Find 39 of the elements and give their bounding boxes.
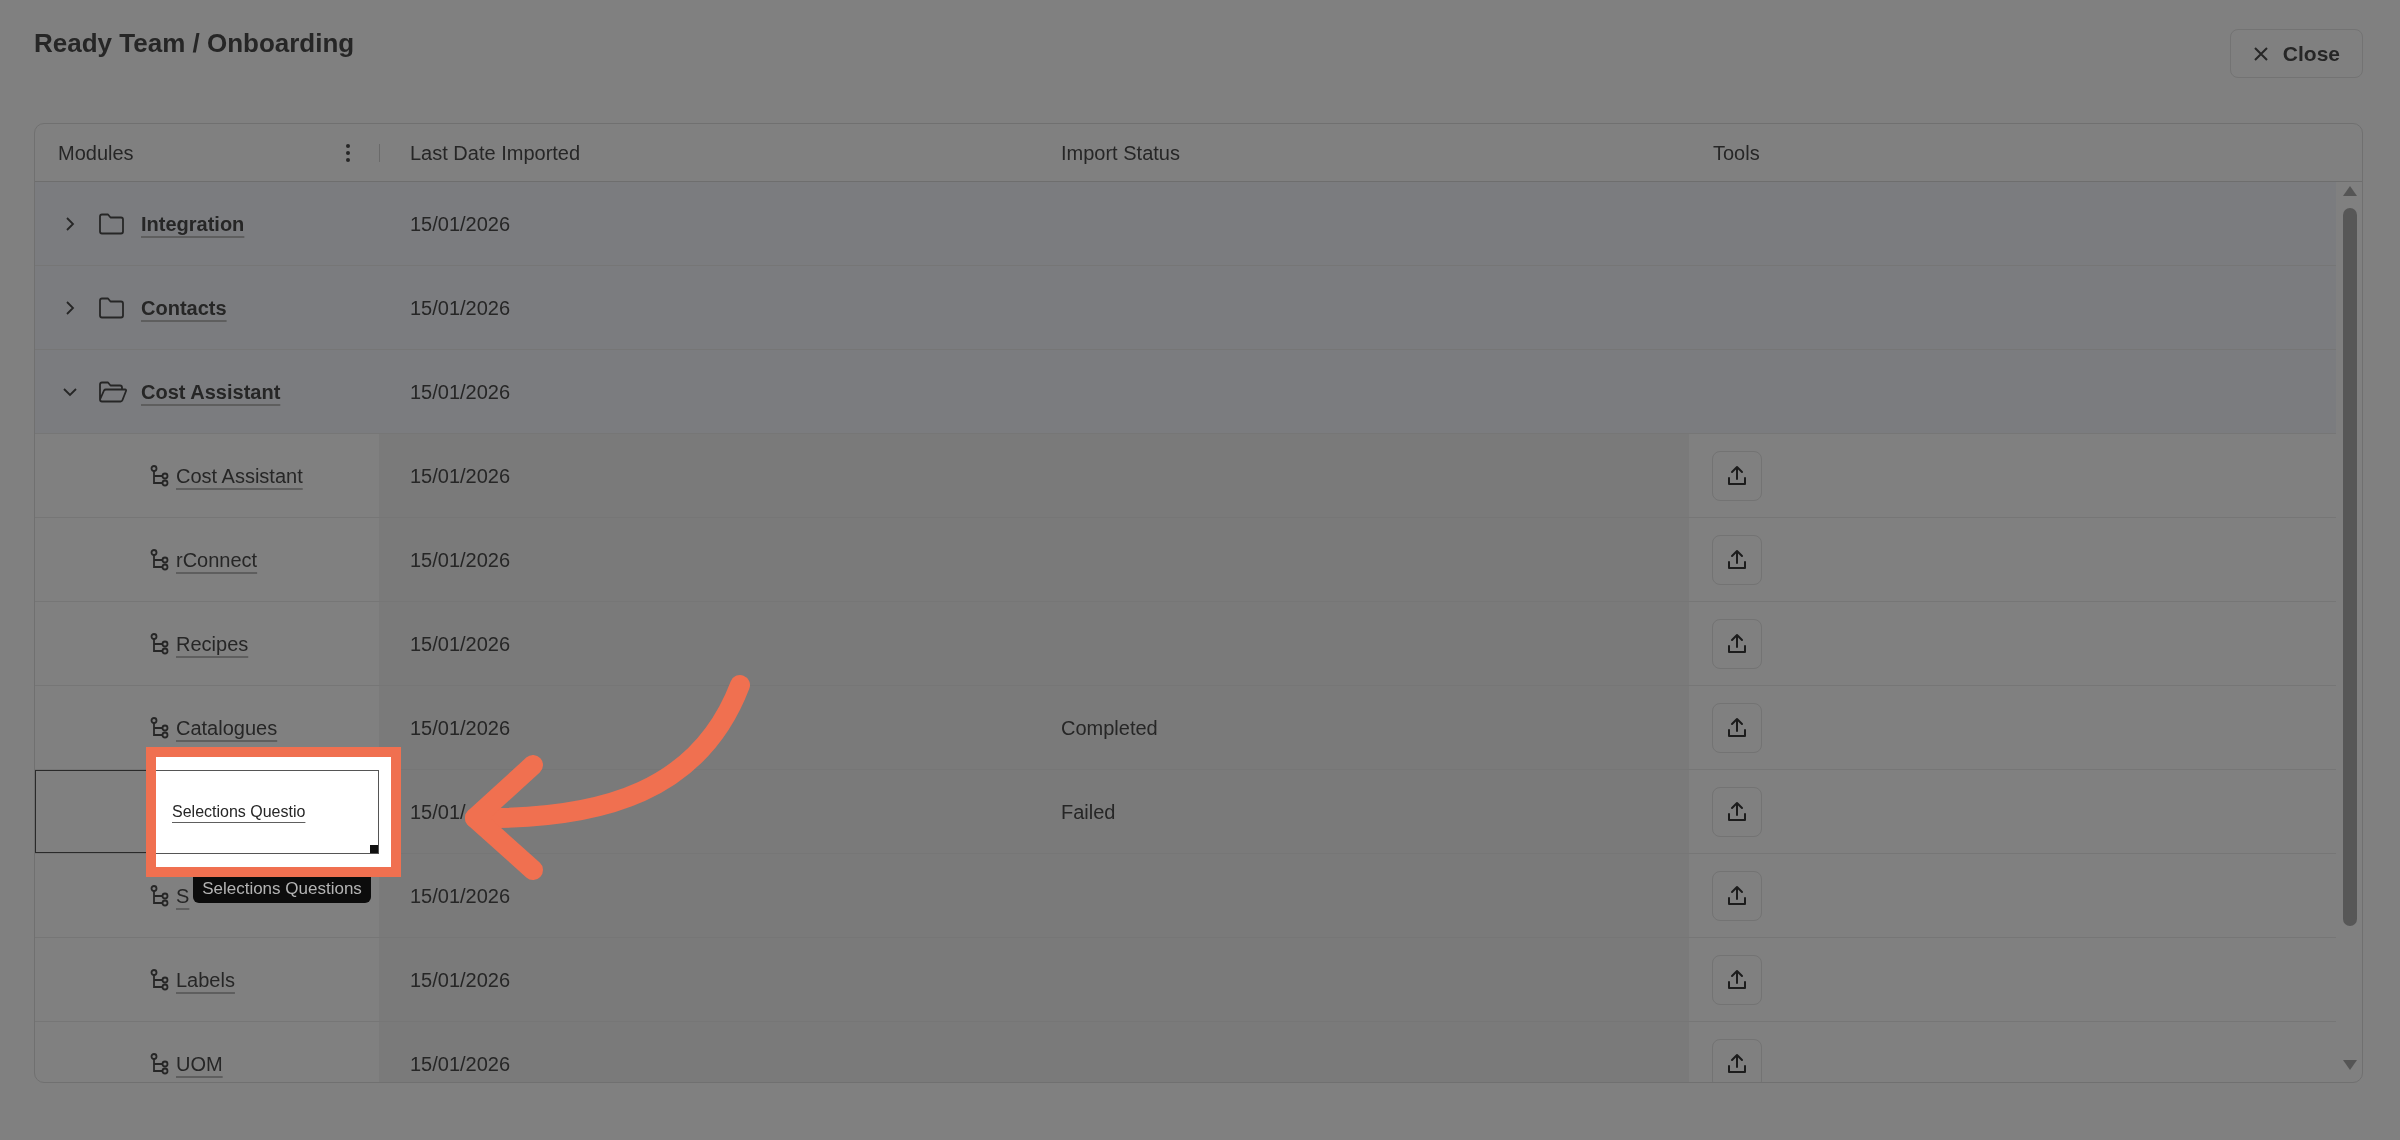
status-cell: Failed xyxy=(1030,770,1689,853)
module-link[interactable]: UOM xyxy=(176,1048,223,1079)
table-row[interactable]: rConnect 15/01/2026 xyxy=(35,518,2336,602)
module-link[interactable]: Cost Assistant xyxy=(176,460,303,491)
status-cell: Completed xyxy=(1030,686,1689,769)
module-link[interactable]: Recipes xyxy=(176,628,249,659)
column-header[interactable]: Import Status xyxy=(1061,137,1180,168)
table-row[interactable]: Labels 15/01/2026 xyxy=(35,938,2336,1022)
table-row[interactable]: Cost Assistant 15/01/2026 xyxy=(35,434,2336,518)
column-header[interactable]: Tools xyxy=(1713,137,1760,168)
module-link[interactable]: Labels xyxy=(176,964,235,995)
table-row[interactable]: Integration 15/01/2026 xyxy=(35,182,2336,266)
module-link[interactable]: Integration xyxy=(141,208,245,239)
module-link[interactable]: Cost Assistant xyxy=(141,376,281,407)
date-cell: 15/01/2026 xyxy=(379,434,1030,517)
date-cell: 15/01/2026 xyxy=(379,854,1030,937)
close-button[interactable]: Close xyxy=(2229,29,2363,78)
date-cell: 15/01/2026 xyxy=(379,938,1030,1021)
date-cell-text: 15/01/2026 xyxy=(409,211,512,237)
date-cell: 15/01/2026 xyxy=(379,518,1030,601)
module-link[interactable]: Catalogues xyxy=(176,712,278,743)
column-header[interactable]: Last Date Imported xyxy=(410,137,581,168)
dialog-title: Ready Team / Onboarding xyxy=(34,27,355,60)
module-link[interactable]: rConnect xyxy=(176,544,258,575)
table-row[interactable]: Recipes 15/01/2026 xyxy=(35,602,2336,686)
date-cell-text: 15/01/2026 xyxy=(409,295,512,321)
module-link[interactable]: Selections Questio xyxy=(172,800,306,824)
module-link[interactable]: Contacts xyxy=(141,292,227,323)
column-header[interactable]: Modules xyxy=(58,137,134,168)
date-cell: 15/01/2026 xyxy=(379,1022,1030,1082)
date-cell: 15/01/2026 xyxy=(379,686,1030,769)
table-row[interactable]: UOM 15/01/2026 xyxy=(35,1022,2336,1082)
table-row[interactable]: Catalogues 15/01/2026 Completed xyxy=(35,686,2336,770)
date-cell: 15/01/2026 xyxy=(379,602,1030,685)
date-cell-text: 15/01/2026 xyxy=(409,379,512,405)
module-link[interactable]: S xyxy=(176,880,190,911)
table-row[interactable]: Cost Assistant 15/01/2026 xyxy=(35,350,2336,434)
tooltip: Selections Questions xyxy=(193,875,371,903)
table-row[interactable]: Contacts 15/01/2026 xyxy=(35,266,2336,350)
